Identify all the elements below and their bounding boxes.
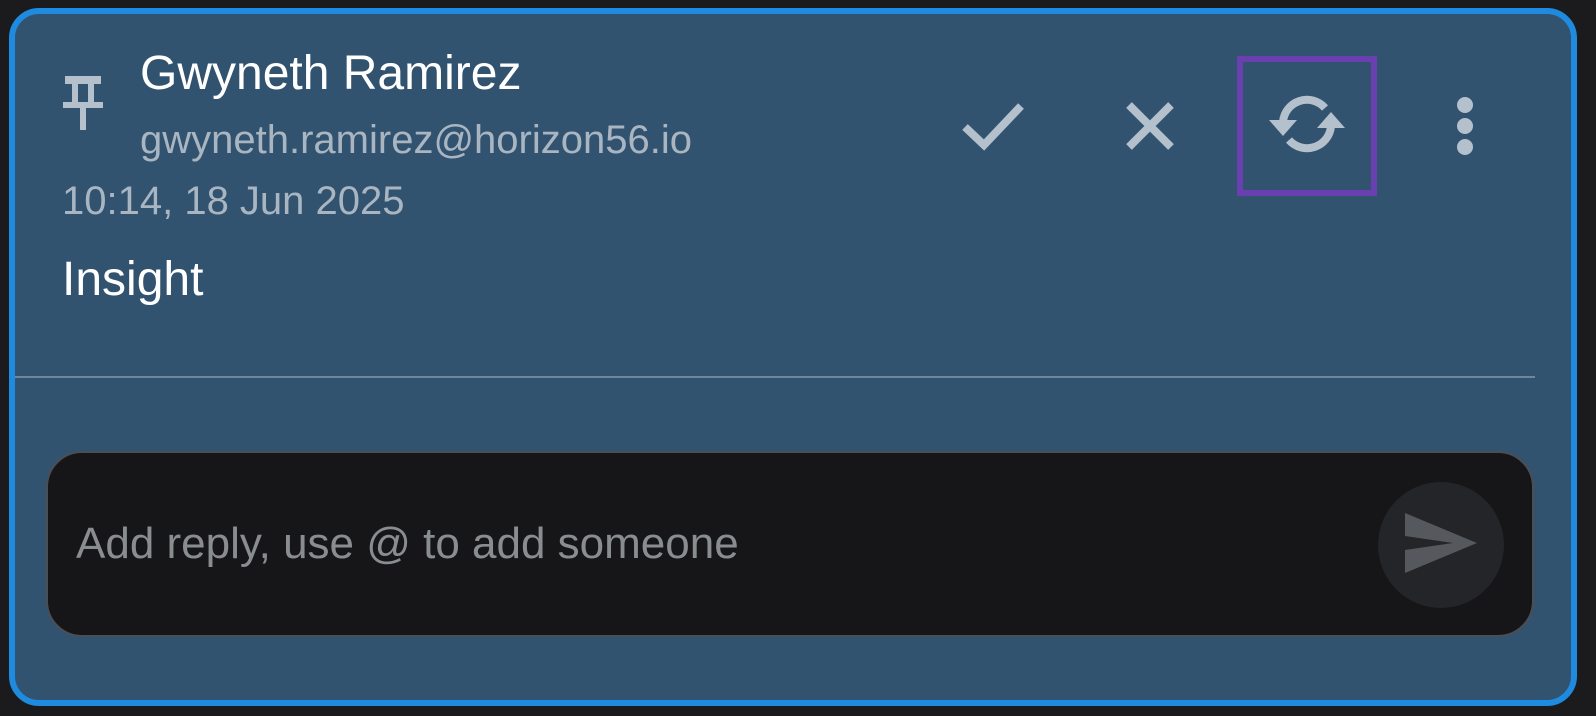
comment-text: Insight — [62, 253, 204, 306]
pin-icon — [61, 74, 105, 134]
send-icon — [1403, 511, 1479, 580]
resolve-button[interactable] — [953, 88, 1033, 168]
reply-box — [46, 451, 1534, 637]
comment-card[interactable]: Gwyneth Ramirez gwyneth.ramirez@horizon5… — [9, 8, 1577, 706]
reopen-button[interactable] — [1237, 56, 1377, 196]
author-email: gwyneth.ramirez@horizon56.io — [140, 118, 692, 162]
reply-input[interactable] — [74, 498, 1348, 590]
divider — [15, 376, 1535, 378]
more-options-button[interactable] — [1425, 88, 1505, 168]
reject-button[interactable] — [1110, 88, 1190, 168]
send-button[interactable] — [1378, 482, 1504, 608]
author-name: Gwyneth Ramirez — [140, 47, 522, 100]
more-vertical-icon — [1453, 96, 1477, 161]
sync-icon — [1269, 92, 1345, 161]
check-icon — [960, 98, 1026, 159]
close-icon — [1124, 100, 1176, 157]
comment-timestamp: 10:14, 18 Jun 2025 — [62, 179, 405, 223]
